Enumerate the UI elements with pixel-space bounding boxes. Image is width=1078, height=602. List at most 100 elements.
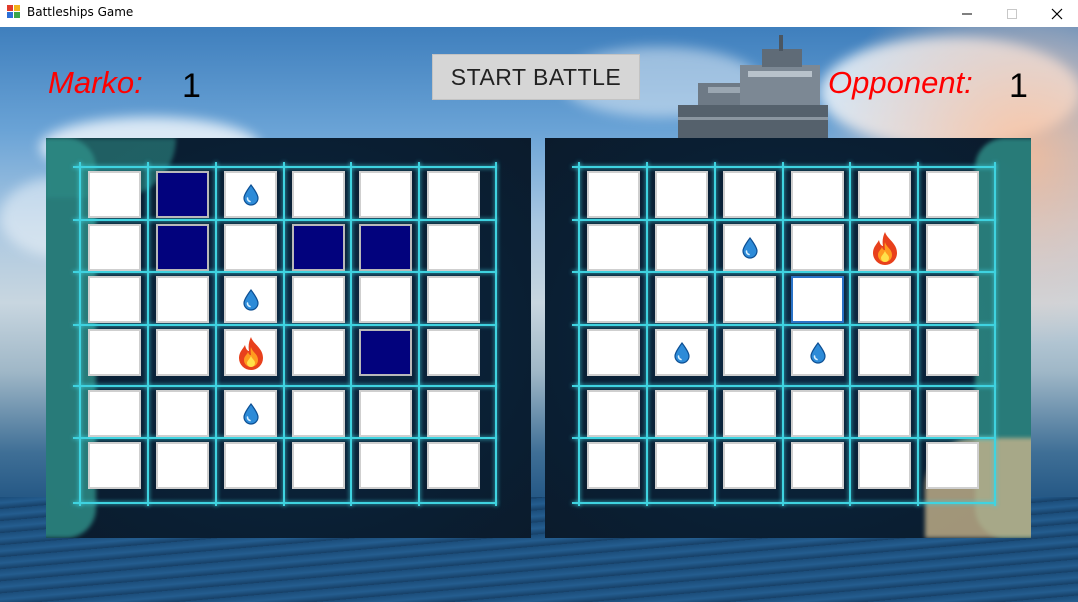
player-cell-r5-c6[interactable] [427,390,480,437]
player-cell-r2-c6[interactable] [427,224,480,271]
opponent-cell-r3-c1[interactable] [587,276,640,323]
player-board [46,138,531,538]
opponent-cell-r1-c6[interactable] [926,171,979,218]
game-background: Marko: 1 Opponent: 1 START BATTLE [0,27,1078,602]
player-cell-r2-c3[interactable] [224,224,277,271]
player-cell-r1-c4[interactable] [292,171,345,218]
close-button[interactable] [1034,0,1078,27]
opponent-cell-r6-c4[interactable] [791,442,844,489]
opponent-cell-r4-c4[interactable] [791,329,844,376]
opponent-cell-r2-c5[interactable] [858,224,911,271]
grid-line-v [495,162,497,506]
opponent-cell-r4-c2[interactable] [655,329,708,376]
player-cell-r4-c6[interactable] [427,329,480,376]
warship-image [678,35,828,140]
opponent-cell-r3-c2[interactable] [655,276,708,323]
player-cell-r4-c3[interactable] [224,329,277,376]
player-cell-r6-c6[interactable] [427,442,480,489]
opponent-cell-r6-c1[interactable] [587,442,640,489]
opponent-cell-r6-c3[interactable] [723,442,776,489]
grid-line-h [572,271,996,273]
player-cell-r1-c1[interactable] [88,171,141,218]
title-bar: Battleships Game [0,0,1078,27]
player-cell-r1-c3[interactable] [224,171,277,218]
grid-line-h [572,437,996,439]
opponent-board [545,138,1031,538]
opponent-cell-r1-c1[interactable] [587,171,640,218]
player-cell-r6-c3[interactable] [224,442,277,489]
grid-line-h [572,502,996,504]
opponent-cell-r5-c6[interactable] [926,390,979,437]
player-cell-r5-c1[interactable] [88,390,141,437]
opponent-cell-r2-c2[interactable] [655,224,708,271]
player-cell-r2-c5[interactable] [359,224,412,271]
grid-line-h [73,219,497,221]
grid-line-v [283,162,285,506]
water-drop-icon [673,341,690,364]
player-cell-r6-c2[interactable] [156,442,209,489]
player-cell-r4-c5[interactable] [359,329,412,376]
player-grid [73,162,497,506]
player-cell-r3-c3[interactable] [224,276,277,323]
opponent-score: 1 [1009,67,1028,105]
minimize-button[interactable] [944,0,990,27]
opponent-cell-r6-c6[interactable] [926,442,979,489]
player-cell-r3-c1[interactable] [88,276,141,323]
player-name-label: Marko: [48,65,143,100]
opponent-cell-r4-c5[interactable] [858,329,911,376]
player-cell-r2-c2[interactable] [156,224,209,271]
player-cell-r6-c1[interactable] [88,442,141,489]
opponent-cell-r1-c3[interactable] [723,171,776,218]
opponent-cell-r3-c6[interactable] [926,276,979,323]
grid-line-h [572,166,996,168]
player-cell-r6-c5[interactable] [359,442,412,489]
opponent-cell-r5-c4[interactable] [791,390,844,437]
opponent-cell-r3-c3[interactable] [723,276,776,323]
grid-line-h [572,219,996,221]
player-cell-r5-c3[interactable] [224,390,277,437]
opponent-cell-r3-c4[interactable] [791,276,844,323]
player-cell-r2-c1[interactable] [88,224,141,271]
opponent-grid [572,162,996,506]
opponent-cell-r1-c2[interactable] [655,171,708,218]
opponent-cell-r2-c3[interactable] [723,224,776,271]
player-cell-r1-c2[interactable] [156,171,209,218]
opponent-cell-r4-c1[interactable] [587,329,640,376]
grid-line-v [418,162,420,506]
player-cell-r4-c2[interactable] [156,329,209,376]
opponent-cell-r5-c3[interactable] [723,390,776,437]
opponent-cell-r3-c5[interactable] [858,276,911,323]
grid-line-v [578,162,580,506]
player-cell-r3-c4[interactable] [292,276,345,323]
minimize-icon [962,13,972,14]
opponent-cell-r2-c6[interactable] [926,224,979,271]
opponent-cell-r1-c4[interactable] [791,171,844,218]
player-cell-r5-c5[interactable] [359,390,412,437]
player-cell-r2-c4[interactable] [292,224,345,271]
opponent-cell-r2-c4[interactable] [791,224,844,271]
player-cell-r4-c4[interactable] [292,329,345,376]
start-battle-button[interactable]: START BATTLE [432,54,640,100]
opponent-cell-r2-c1[interactable] [587,224,640,271]
app-icon [7,5,21,19]
opponent-cell-r1-c5[interactable] [858,171,911,218]
player-cell-r1-c5[interactable] [359,171,412,218]
opponent-cell-r4-c3[interactable] [723,329,776,376]
player-cell-r3-c6[interactable] [427,276,480,323]
maximize-button[interactable] [989,0,1035,27]
player-cell-r6-c4[interactable] [292,442,345,489]
player-cell-r1-c6[interactable] [427,171,480,218]
player-cell-r3-c5[interactable] [359,276,412,323]
player-cell-r4-c1[interactable] [88,329,141,376]
opponent-cell-r5-c2[interactable] [655,390,708,437]
grid-line-h [73,502,497,504]
water-drop-icon [741,236,758,259]
opponent-cell-r6-c5[interactable] [858,442,911,489]
opponent-cell-r6-c2[interactable] [655,442,708,489]
player-cell-r3-c2[interactable] [156,276,209,323]
opponent-cell-r4-c6[interactable] [926,329,979,376]
player-cell-r5-c4[interactable] [292,390,345,437]
opponent-cell-r5-c5[interactable] [858,390,911,437]
opponent-cell-r5-c1[interactable] [587,390,640,437]
player-cell-r5-c2[interactable] [156,390,209,437]
